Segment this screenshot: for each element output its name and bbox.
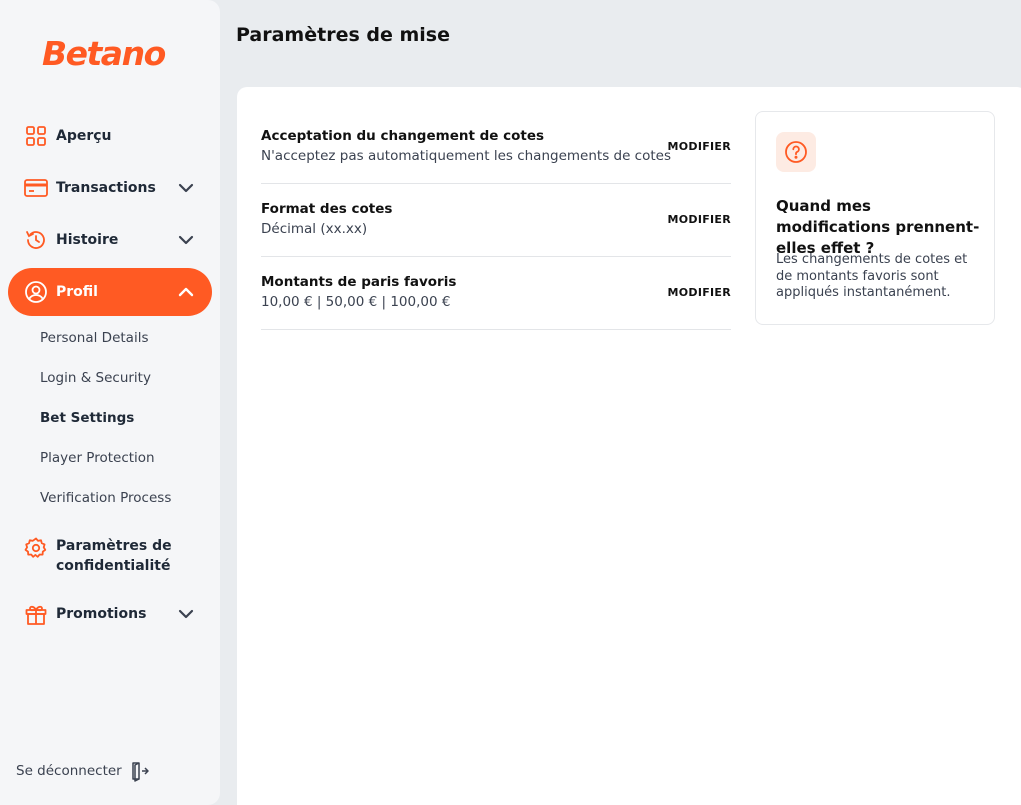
sidebar-item-privacy-settings[interactable]: Paramètres de confidentialité <box>8 528 198 584</box>
setting-title: Format des cotes <box>261 201 393 217</box>
sidebar-subitem-player-protection[interactable]: Player Protection <box>40 450 155 466</box>
gift-icon <box>24 602 48 626</box>
sidebar-item-label: Profil <box>56 284 98 300</box>
setting-row-odds-change: Acceptation du changement de cotes N'acc… <box>261 111 731 184</box>
betano-logo[interactable]: Betano <box>42 34 166 73</box>
gear-icon <box>24 536 48 560</box>
grid-icon <box>24 124 48 148</box>
sidebar-subitem-verification-process[interactable]: Verification Process <box>40 490 171 506</box>
sidebar-item-histoire[interactable]: Histoire <box>8 216 212 264</box>
logout-label: Se déconnecter <box>16 763 122 779</box>
user-icon <box>24 280 48 304</box>
setting-row-favorite-stakes: Montants de paris favoris 10,00 € | 50,0… <box>261 257 731 330</box>
chevron-down-icon[interactable] <box>176 604 196 624</box>
sidebar-item-profil[interactable]: Profil <box>8 268 212 316</box>
modify-odds-change-button[interactable]: MODIFIER <box>667 140 731 153</box>
sidebar-item-promotions[interactable]: Promotions <box>8 590 212 638</box>
question-circle-icon <box>776 132 816 172</box>
info-card: Quand mes modifications prennent-elles e… <box>755 111 995 325</box>
sidebar-subitem-bet-settings[interactable]: Bet Settings <box>40 410 134 426</box>
setting-title: Montants de paris favoris <box>261 274 457 290</box>
logout-button[interactable]: Se déconnecter <box>16 760 150 782</box>
sidebar-item-label: Histoire <box>56 232 119 248</box>
sidebar-item-label: Transactions <box>56 180 156 196</box>
info-title: Quand mes modifications prennent-elles e… <box>776 197 980 257</box>
card-icon <box>24 176 48 200</box>
history-icon <box>24 228 48 252</box>
chevron-down-icon[interactable] <box>176 178 196 198</box>
sidebar-subitem-login-security[interactable]: Login & Security <box>40 370 151 386</box>
setting-row-odds-format: Format des cotes Décimal (xx.xx) MODIFIE… <box>261 184 731 257</box>
modify-favorite-stakes-button[interactable]: MODIFIER <box>667 286 731 299</box>
logout-icon <box>131 762 149 782</box>
settings-card: Acceptation du changement de cotes N'acc… <box>237 87 1021 805</box>
setting-value: 10,00 € | 50,00 € | 100,00 € <box>261 294 451 310</box>
modify-odds-format-button[interactable]: MODIFIER <box>667 213 731 226</box>
sidebar: Betano Aperçu Transactions Histoire Prof… <box>0 0 220 805</box>
setting-value: N'acceptez pas automatiquement les chang… <box>261 148 671 164</box>
sidebar-subitem-personal-details[interactable]: Personal Details <box>40 330 148 346</box>
setting-title: Acceptation du changement de cotes <box>261 128 545 144</box>
page-title: Paramètres de mise <box>236 24 450 46</box>
setting-value: Décimal (xx.xx) <box>261 221 368 237</box>
info-text: Les changements de cotes et de montants … <box>776 252 968 300</box>
sidebar-item-label: Paramètres de confidentialité <box>56 538 172 574</box>
sidebar-item-apercu[interactable]: Aperçu <box>8 112 212 160</box>
chevron-up-icon[interactable] <box>176 282 196 302</box>
chevron-down-icon[interactable] <box>176 230 196 250</box>
sidebar-item-label: Aperçu <box>56 128 112 144</box>
sidebar-item-label: Promotions <box>56 606 147 622</box>
sidebar-item-transactions[interactable]: Transactions <box>8 164 212 212</box>
